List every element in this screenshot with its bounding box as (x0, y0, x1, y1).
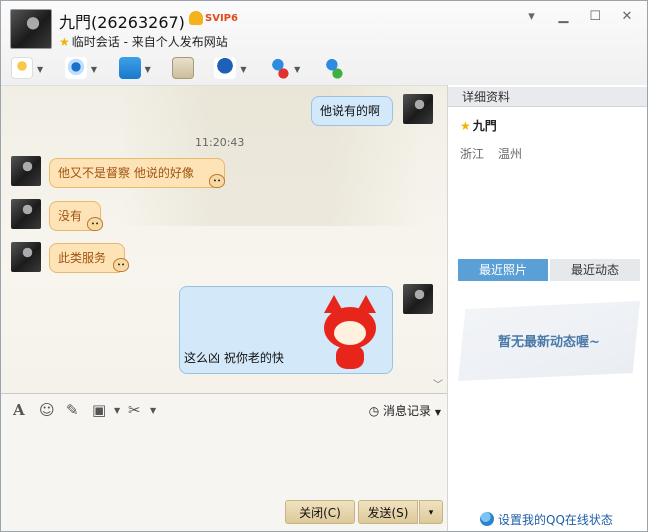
contact-message-avatar[interactable] (11, 156, 41, 186)
contact-avatar[interactable] (10, 9, 52, 49)
my-avatar[interactable] (403, 94, 433, 124)
emoji-icon[interactable]: ☺ (39, 401, 55, 419)
star-icon: ★ (460, 119, 471, 133)
video-call-button[interactable]: ▼ (63, 57, 101, 81)
font-icon[interactable]: A (13, 401, 25, 419)
contact-message-avatar[interactable] (11, 242, 41, 272)
profile-location: 浙江 温州 (460, 145, 536, 162)
session-info-text: 临时会话 - 来自个人发布网站 (71, 35, 228, 49)
message-text: 没有 (58, 209, 83, 223)
message-text: 此类服务 (58, 251, 107, 265)
image-icon[interactable]: ▣ (92, 401, 106, 419)
sticker-body (336, 345, 364, 369)
chevron-down-icon[interactable]: ▼ (114, 406, 120, 415)
chevron-down-icon[interactable]: ▼ (145, 65, 151, 74)
sticker-face (334, 321, 366, 345)
send-file-button[interactable]: ▼ (117, 57, 155, 81)
profile-panel: 详细资料 ★ 九門 浙江 温州 最近照片 最近动态 暂无最新动态喔~ 设置我的QQ在… (447, 85, 647, 531)
message-text: 他又不是督察 他说的好像 (58, 166, 194, 180)
block-user-icon (268, 57, 291, 79)
message-history-button[interactable]: ◷ 消息记录 ▼ (369, 402, 441, 419)
message-history-label: 消息记录 (383, 404, 432, 418)
voice-call-button[interactable]: ▼ (9, 57, 47, 81)
minimize-icon[interactable]: ▁ (555, 9, 571, 25)
scissors-icon[interactable]: ✂ (128, 401, 141, 419)
chat-window: 九門(26263267) SVIP6 ★ 临时会话 - 来自个人发布网站 ▾ ▁ … (0, 0, 648, 532)
maximize-icon[interactable]: ☐ (587, 9, 603, 25)
profile-city: 温州 (498, 147, 523, 161)
clock-icon: ◷ (368, 404, 380, 418)
action-buttons: 关闭(C) 发送(S) ▾ (1, 497, 447, 531)
session-info: ★ 临时会话 - 来自个人发布网站 (59, 33, 228, 50)
block-user-button[interactable]: ▼ (266, 57, 304, 81)
globe-icon (480, 512, 494, 526)
contact-message-avatar[interactable] (11, 199, 41, 229)
chevron-down-icon[interactable]: ▼ (294, 65, 300, 74)
my-avatar[interactable] (403, 284, 433, 314)
chevron-down-icon[interactable]: ▼ (37, 65, 43, 74)
star-icon: ★ (59, 35, 70, 49)
send-file-icon (118, 57, 141, 79)
edit-image-icon[interactable]: ✎ (66, 401, 79, 419)
tab-recent-photos[interactable]: 最近照片 (458, 259, 548, 281)
input-toolbar: A ☺ ✎ ▣ ▼ ✂ ▼ ◷ 消息记录 ▼ (1, 393, 447, 425)
message-text: 他说有的啊 (320, 104, 381, 118)
chevron-down-icon[interactable]: ▾ (524, 9, 540, 25)
close-button[interactable]: 关闭(C) (285, 500, 355, 524)
svip-badge[interactable]: SVIP6 (189, 11, 238, 27)
message-bubble[interactable]: 这么凶 祝你老的快 (179, 286, 393, 374)
panel-tabs: 最近照片 最近动态 (458, 259, 640, 281)
microphone-icon (11, 57, 33, 79)
online-status-label: 设置我的QQ在线状态 (498, 513, 613, 527)
message-text: 这么凶 祝你老的快 (184, 351, 284, 365)
chevron-down-icon: ▼ (434, 408, 441, 417)
message-bubble[interactable]: 他又不是督察 他说的好像 (49, 158, 225, 188)
message-input[interactable] (1, 425, 447, 497)
message-area[interactable]: 他说有的啊 11:20:43 他又不是督察 他说的好像 没有 此类服务 这么凶 … (1, 85, 447, 393)
fox-bubble-icon (87, 217, 103, 231)
add-friend-button[interactable] (320, 57, 346, 81)
fox-sticker[interactable] (320, 295, 380, 371)
chevron-down-icon[interactable]: ▼ (240, 65, 246, 74)
add-friend-icon (321, 57, 344, 79)
screen-share-button[interactable] (170, 57, 196, 81)
screen-share-icon (172, 57, 195, 79)
panel-title: 详细资料 (448, 87, 647, 107)
crown-icon (189, 11, 203, 25)
close-icon[interactable]: ✕ (619, 9, 635, 25)
chat-toolbar: ▼ ▼ ▼ ▼ ▼ (9, 57, 358, 81)
send-button[interactable]: 发送(S) (358, 500, 418, 524)
message-timestamp: 11:20:43 (195, 136, 245, 149)
tab-recent-activity[interactable]: 最近动态 (550, 259, 640, 281)
contact-title[interactable]: 九門(26263267) (59, 9, 185, 33)
profile-province: 浙江 (460, 147, 485, 161)
empty-feed-text: 暂无最新动态喔~ (498, 335, 600, 350)
profile-name[interactable]: ★ 九門 (460, 117, 497, 134)
message-bubble[interactable]: 他说有的啊 (311, 96, 393, 126)
svip-label: SVIP6 (205, 13, 238, 24)
remote-assist-icon (214, 57, 237, 79)
profile-name-text: 九門 (472, 119, 497, 133)
empty-feed-card: 暂无最新动态喔~ (458, 301, 640, 381)
scroll-down-icon[interactable]: ﹀ (433, 376, 443, 391)
webcam-icon (64, 57, 87, 79)
remote-assist-button[interactable]: ▼ (212, 57, 250, 81)
window-controls: ▾ ▁ ☐ ✕ (512, 9, 635, 25)
chevron-down-icon[interactable]: ▼ (91, 65, 97, 74)
chevron-down-icon[interactable]: ▼ (150, 406, 156, 415)
window-header: 九門(26263267) SVIP6 ★ 临时会话 - 来自个人发布网站 ▾ ▁ … (1, 1, 647, 85)
fox-bubble-icon (209, 174, 225, 188)
fox-bubble-icon (113, 258, 129, 272)
online-status-link[interactable]: 设置我的QQ在线状态 (480, 511, 613, 528)
send-options-button[interactable]: ▾ (419, 500, 443, 524)
